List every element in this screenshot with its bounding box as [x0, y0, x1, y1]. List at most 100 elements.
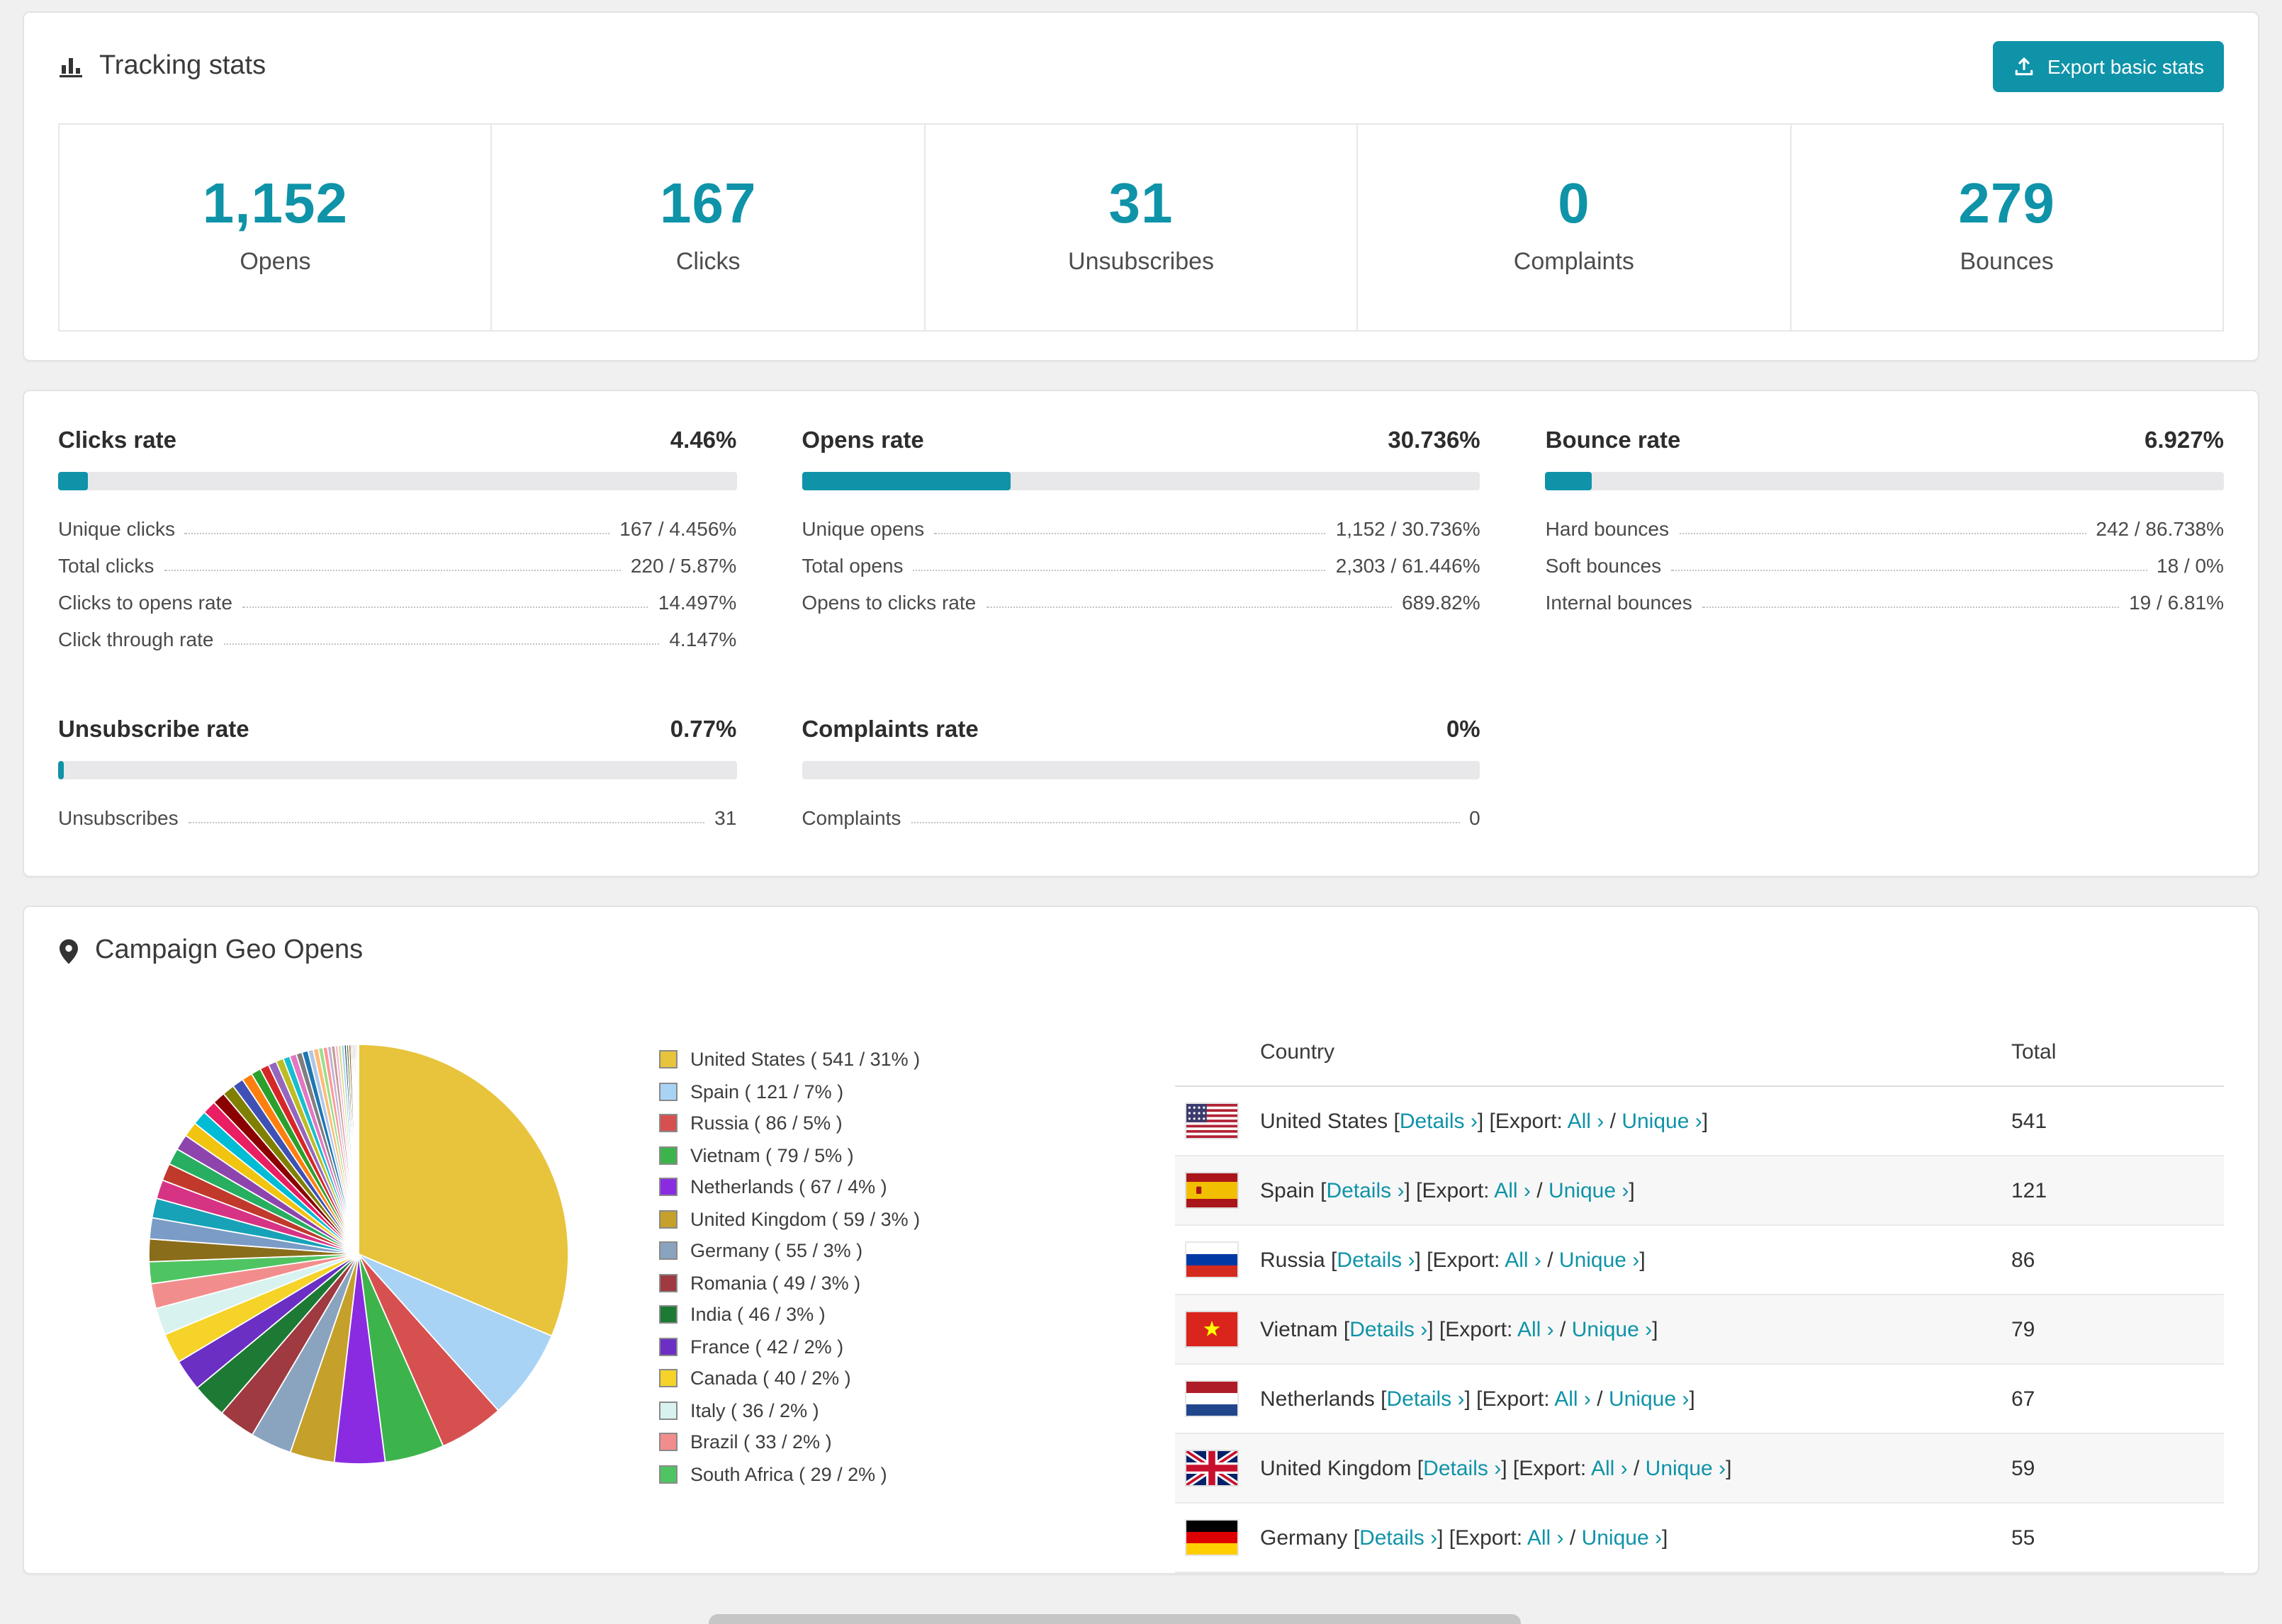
metric-label: Unsubscribes — [58, 806, 179, 829]
progress-bar — [1545, 472, 2224, 490]
legend-swatch — [659, 1114, 678, 1132]
metric-label: Internal bounces — [1545, 591, 1692, 614]
export-all-link[interactable]: All › — [1527, 1526, 1564, 1550]
export-all-link[interactable]: All › — [1554, 1387, 1591, 1411]
metric-value: 14.497% — [658, 591, 737, 614]
dotted-leader — [242, 607, 648, 608]
export-unique-link[interactable]: Unique › — [1621, 1109, 1702, 1133]
legend-item[interactable]: Vietnam ( 79 / 5% ) — [659, 1144, 1175, 1166]
rate-block: Opens rate 30.736% Unique opens 1,152 / 3… — [802, 428, 1480, 658]
metric-label: Soft bounces — [1545, 554, 1662, 577]
legend-item[interactable]: India ( 46 / 3% ) — [659, 1304, 1175, 1325]
legend-label: South Africa ( 29 / 2% ) — [690, 1463, 887, 1484]
export-all-link[interactable]: All › — [1494, 1178, 1531, 1202]
details-link[interactable]: Details › — [1400, 1109, 1478, 1133]
details-link[interactable]: Details › — [1386, 1387, 1464, 1411]
table-row: Russia [Details ›] [Export: All › / Uniq… — [1175, 1225, 2224, 1295]
export-all-link[interactable]: All › — [1568, 1109, 1604, 1133]
rates-grid: Clicks rate 4.46% Unique clicks 167 / 4.4… — [58, 419, 2224, 847]
details-link[interactable]: Details › — [1337, 1248, 1415, 1272]
export-all-link[interactable]: All › — [1591, 1456, 1628, 1480]
export-unique-link[interactable]: Unique › — [1609, 1387, 1689, 1411]
export-icon — [2012, 55, 2035, 78]
details-link[interactable]: Details › — [1359, 1526, 1437, 1550]
legend-item[interactable]: United States ( 541 / 31% ) — [659, 1049, 1175, 1070]
legend-swatch — [659, 1241, 678, 1260]
progress-bar — [58, 761, 737, 779]
details-link[interactable]: Details › — [1326, 1178, 1404, 1202]
legend-label: Canada ( 40 / 2% ) — [690, 1368, 851, 1389]
legend-item[interactable]: Italy ( 36 / 2% ) — [659, 1399, 1175, 1421]
legend-item[interactable]: United Kingdom ( 59 / 3% ) — [659, 1208, 1175, 1229]
details-link[interactable]: Details › — [1423, 1456, 1501, 1480]
legend-label: Germany ( 55 / 3% ) — [690, 1240, 863, 1261]
legend-swatch — [659, 1209, 678, 1228]
metric-row: Hard bounces 242 / 86.738% — [1546, 510, 2224, 547]
geo-opens-pie-chart[interactable] — [139, 1034, 578, 1474]
metric-label: Hard bounces — [1545, 517, 1669, 540]
legend-item[interactable]: Germany ( 55 / 3% ) — [659, 1240, 1175, 1261]
stat-value: 279 — [1958, 173, 2055, 235]
stat-value: 0 — [1558, 173, 1590, 235]
legend-item[interactable]: South Africa ( 29 / 2% ) — [659, 1463, 1175, 1484]
export-unique-link[interactable]: Unique › — [1572, 1317, 1652, 1341]
legend-item[interactable]: Netherlands ( 67 / 4% ) — [659, 1176, 1175, 1197]
country-total: 121 — [2011, 1178, 2047, 1202]
table-row: Spain [Details ›] [Export: All › / Uniqu… — [1175, 1156, 2224, 1225]
stat-box: 0 Complaints — [1358, 125, 1792, 330]
metric-label: Total clicks — [58, 554, 154, 577]
legend-item[interactable]: Canada ( 40 / 2% ) — [659, 1368, 1175, 1389]
legend-item[interactable]: France ( 42 / 2% ) — [659, 1336, 1175, 1357]
pie-legend: United States ( 541 / 31% ) Spain ( 121 /… — [659, 1017, 1175, 1573]
dotted-leader — [1679, 533, 2086, 534]
export-unique-link[interactable]: Unique › — [1646, 1456, 1726, 1480]
legend-swatch — [659, 1273, 678, 1292]
legend-swatch — [659, 1305, 678, 1324]
dotted-leader — [913, 570, 1326, 571]
stats-summary-row: 1,152 Opens 167 Clicks 31 Unsubscribes 0… — [58, 123, 2224, 332]
details-link[interactable]: Details › — [1349, 1317, 1427, 1341]
country-name: United Kingdom — [1260, 1456, 1412, 1480]
country-total: 541 — [2011, 1109, 2047, 1133]
legend-label: Russia ( 86 / 5% ) — [690, 1112, 843, 1134]
stat-label: Bounces — [1960, 248, 2054, 275]
export-all-link[interactable]: All › — [1517, 1317, 1554, 1341]
dotted-leader — [934, 533, 1326, 534]
progress-bar — [802, 761, 1480, 779]
horizontal-scrollbar-thumb[interactable] — [709, 1614, 1521, 1624]
legend-item[interactable]: Russia ( 86 / 5% ) — [659, 1112, 1175, 1134]
legend-label: Netherlands ( 67 / 4% ) — [690, 1176, 887, 1197]
legend-label: United States ( 541 / 31% ) — [690, 1049, 921, 1070]
metric-label: Opens to clicks rate — [802, 591, 977, 614]
country-name: Netherlands — [1260, 1387, 1375, 1411]
metric-value: 1,152 / 30.736% — [1335, 517, 1480, 540]
export-all-link[interactable]: All › — [1505, 1248, 1541, 1272]
export-unique-link[interactable]: Unique › — [1548, 1178, 1629, 1202]
country-name: Spain — [1260, 1178, 1315, 1202]
stat-label: Clicks — [675, 248, 741, 275]
legend-swatch — [659, 1178, 678, 1196]
legend-item[interactable]: Romania ( 49 / 3% ) — [659, 1272, 1175, 1293]
metric-row: Soft bounces 18 / 0% — [1546, 547, 2224, 584]
export-unique-link[interactable]: Unique › — [1582, 1526, 1662, 1550]
legend-item[interactable]: Brazil ( 33 / 2% ) — [659, 1431, 1175, 1453]
card-title-text: Campaign Geo Opens — [95, 935, 364, 965]
export-basic-stats-button[interactable]: Export basic stats — [1992, 41, 2224, 92]
progress-bar-fill — [58, 472, 89, 490]
country-flag-icon-vn — [1186, 1312, 1237, 1346]
metric-value: 242 / 86.738% — [2096, 517, 2224, 540]
legend-label: Vietnam ( 79 / 5% ) — [690, 1144, 854, 1166]
export-unique-link[interactable]: Unique › — [1559, 1248, 1639, 1272]
legend-swatch — [659, 1465, 678, 1483]
legend-item[interactable]: Spain ( 121 / 7% ) — [659, 1081, 1175, 1102]
export-button-label: Export basic stats — [2047, 55, 2204, 78]
dotted-leader — [184, 533, 610, 534]
country-name: Germany — [1260, 1526, 1348, 1550]
stat-value: 31 — [1108, 173, 1174, 235]
tracking-stats-card: Tracking stats Export basic stats 1,152 … — [23, 11, 2259, 361]
rate-block: Bounce rate 6.927% Hard bounces 242 / 86.… — [1545, 428, 2224, 658]
metric-row: Unique clicks 167 / 4.456% — [58, 510, 736, 547]
legend-swatch — [659, 1401, 678, 1419]
pie-slice[interactable] — [357, 1044, 359, 1255]
map-pin-icon — [58, 937, 79, 964]
